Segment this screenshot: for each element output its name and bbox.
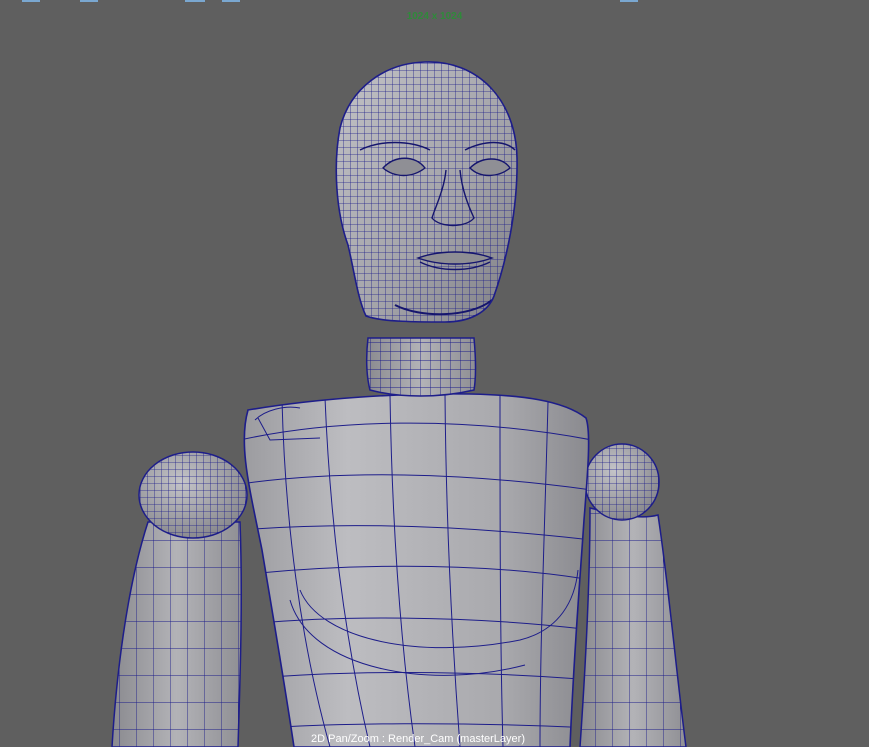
right-arm-mesh — [579, 507, 687, 747]
head-mesh — [335, 61, 518, 323]
neck-mesh — [365, 337, 477, 397]
maya-viewport[interactable]: 1024 x 1024 2D Pan/Zoom : Render_Cam (ma… — [0, 0, 869, 747]
wireframe-mannequin[interactable] — [0, 0, 869, 747]
left-arm-mesh — [111, 521, 243, 747]
resolution-gate-label: 1024 x 1024 — [406, 11, 463, 22]
camera-hud-label: 2D Pan/Zoom : Render_Cam (masterLayer) — [311, 733, 525, 745]
torso-mesh — [243, 393, 590, 747]
